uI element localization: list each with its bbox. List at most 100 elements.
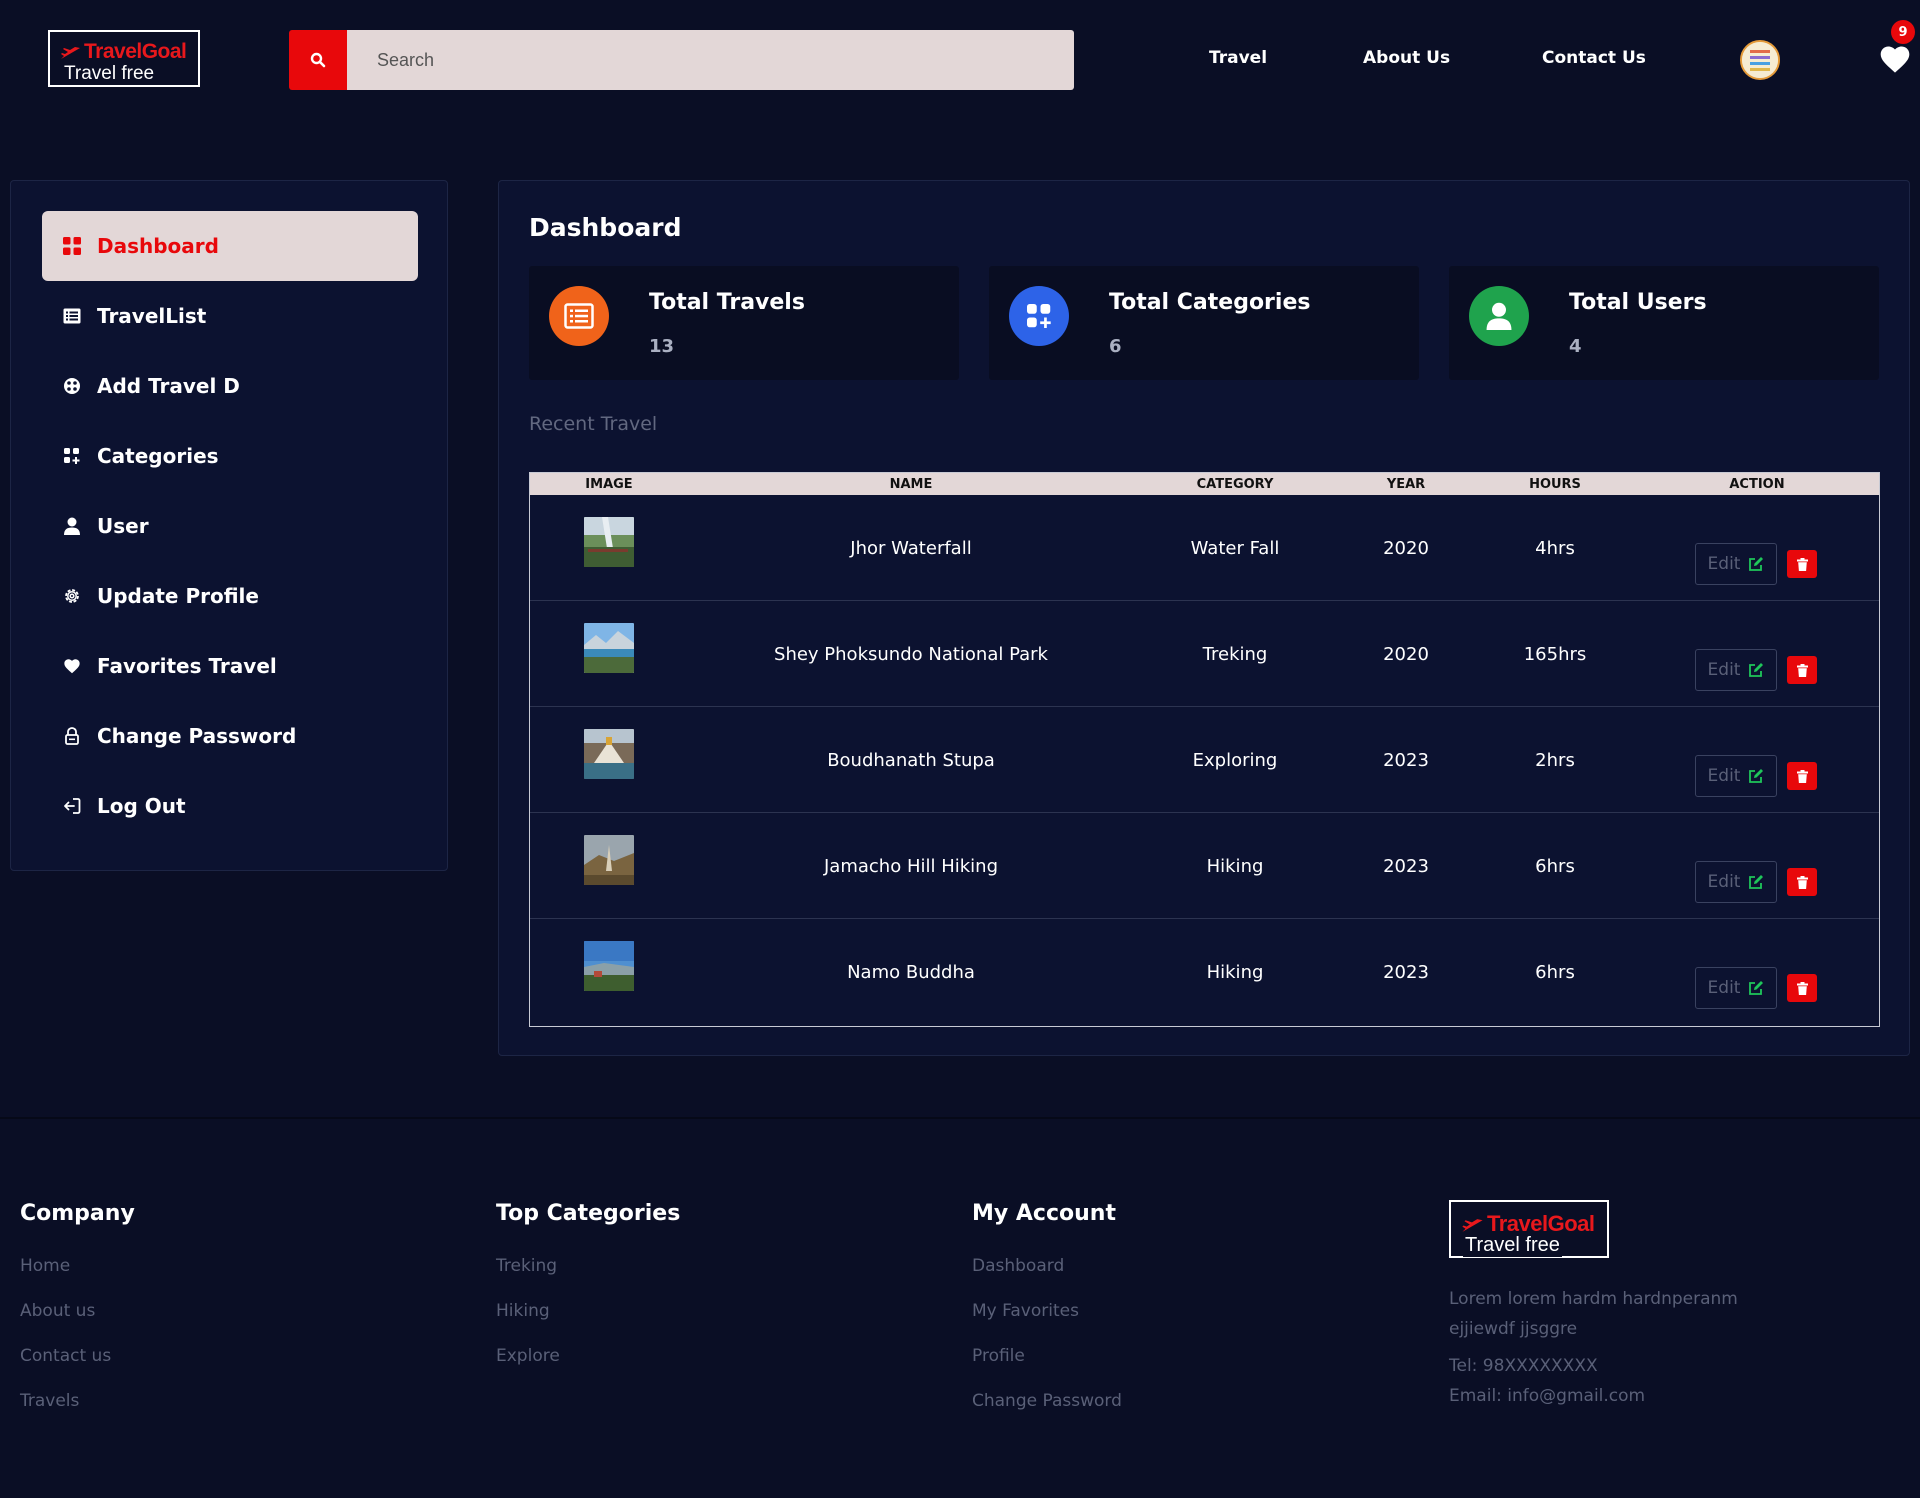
footer-link-about-us[interactable]: About us	[20, 1301, 135, 1346]
search-button[interactable]	[289, 30, 347, 90]
column-header-name: NAME	[889, 477, 933, 492]
delete-button[interactable]	[1787, 656, 1817, 684]
travel-thumbnail[interactable]	[582, 727, 636, 781]
travel-year: 2023	[1383, 856, 1429, 877]
footer-link-contact-us[interactable]: Contact us	[20, 1346, 135, 1391]
edit-label: Edit	[1707, 766, 1741, 786]
table-row: Boudhanath Stupa Exploring 2023 2hrs Edi…	[530, 707, 1879, 813]
column-header-hours: HOURS	[1529, 477, 1581, 492]
footer-link-treking[interactable]: Treking	[496, 1256, 680, 1301]
sidebar-item-add-travel[interactable]: Add Travel D	[42, 351, 418, 421]
column-header-action: ACTION	[1729, 477, 1785, 492]
edit-button[interactable]: Edit	[1695, 967, 1777, 1009]
sidebar-item-categories[interactable]: Categories	[42, 421, 418, 491]
travel-year: 2020	[1383, 644, 1429, 665]
sidebar-item-label: Change Password	[97, 724, 297, 748]
column-header-image: IMAGE	[585, 477, 633, 492]
edit-button[interactable]: Edit	[1695, 543, 1777, 585]
footer-link-hiking[interactable]: Hiking	[496, 1301, 680, 1346]
trash-icon	[1796, 981, 1808, 995]
stat-label: Total Travels	[649, 290, 805, 315]
edit-button[interactable]: Edit	[1695, 755, 1777, 797]
footer-link-change-password[interactable]: Change Password	[972, 1391, 1122, 1436]
stat-value: 6	[1109, 336, 1122, 357]
edit-button[interactable]: Edit	[1695, 861, 1777, 903]
add-circle-icon	[62, 376, 82, 396]
sidebar-item-dashboard[interactable]: Dashboard	[42, 211, 418, 281]
search-icon	[310, 52, 326, 68]
nav-contact-us[interactable]: Contact Us	[1542, 48, 1646, 68]
list-icon	[549, 286, 609, 346]
lock-icon	[62, 726, 82, 746]
dashboard-grid-icon	[62, 236, 82, 256]
brand-logo[interactable]: TravelGoal Travel free	[48, 30, 200, 87]
dashboard-panel: Dashboard Total Travels 13 Total Categor…	[498, 180, 1910, 1056]
table-header: IMAGE NAME CATEGORY YEAR HOURS ACTION	[530, 473, 1879, 495]
footer-link-home[interactable]: Home	[20, 1256, 135, 1301]
footer-link-profile[interactable]: Profile	[972, 1346, 1122, 1391]
travel-thumbnail[interactable]	[582, 939, 636, 993]
sidebar: Dashboard TravelList Add Travel D Catego…	[10, 180, 448, 871]
travel-name: Namo Buddha	[847, 962, 975, 983]
delete-button[interactable]	[1787, 550, 1817, 578]
footer-column-title: Company	[20, 1201, 135, 1226]
avatar[interactable]	[1740, 40, 1780, 80]
categories-icon	[1009, 286, 1069, 346]
sidebar-item-label: User	[97, 514, 149, 538]
footer-email: Email: info@gmail.com	[1449, 1386, 1646, 1406]
travel-year: 2020	[1383, 538, 1429, 559]
sidebar-item-log-out[interactable]: Log Out	[42, 771, 418, 841]
nav-about-us[interactable]: About Us	[1363, 48, 1450, 68]
travel-category: Hiking	[1206, 856, 1264, 877]
stat-card-total-travels: Total Travels 13	[529, 266, 959, 380]
favorites-heart-button[interactable]	[1878, 44, 1912, 76]
sidebar-item-update-profile[interactable]: Update Profile	[42, 561, 418, 631]
delete-button[interactable]	[1787, 868, 1817, 896]
sidebar-item-travellist[interactable]: TravelList	[42, 281, 418, 351]
travel-category: Treking	[1202, 644, 1268, 665]
travel-hours: 6hrs	[1535, 856, 1575, 877]
logo-tagline: Travel free	[1463, 1234, 1562, 1257]
sidebar-item-change-password[interactable]: Change Password	[42, 701, 418, 771]
travel-thumbnail[interactable]	[582, 621, 636, 675]
stat-card-total-categories: Total Categories 6	[989, 266, 1419, 380]
travel-year: 2023	[1383, 962, 1429, 983]
travel-name: Boudhanath Stupa	[827, 750, 995, 771]
sidebar-item-favorites-travel[interactable]: Favorites Travel	[42, 631, 418, 701]
travel-name: Shey Phoksundo National Park	[774, 644, 1048, 665]
sidebar-item-label: Categories	[97, 444, 219, 468]
footer-top-categories-column: Top Categories Treking Hiking Explore	[496, 1201, 680, 1391]
travel-year: 2023	[1383, 750, 1429, 771]
delete-button[interactable]	[1787, 762, 1817, 790]
sidebar-item-label: Dashboard	[97, 234, 219, 258]
sidebar-item-user[interactable]: User	[42, 491, 418, 561]
favorites-count-badge: 9	[1891, 20, 1915, 44]
delete-button[interactable]	[1787, 974, 1817, 1002]
top-navbar: TravelGoal Travel free Travel About Us C…	[0, 0, 1920, 120]
recent-travel-heading: Recent Travel	[529, 413, 658, 435]
footer-link-explore[interactable]: Explore	[496, 1346, 680, 1391]
user-icon	[1469, 286, 1529, 346]
logout-icon	[62, 796, 82, 816]
footer-link-my-favorites[interactable]: My Favorites	[972, 1301, 1122, 1346]
edit-button[interactable]: Edit	[1695, 649, 1777, 691]
nav-travel[interactable]: Travel	[1209, 48, 1267, 68]
footer-brand-logo[interactable]: TravelGoal Travel free	[1449, 1200, 1609, 1258]
footer-column-title: Top Categories	[496, 1201, 681, 1226]
edit-label: Edit	[1707, 554, 1741, 574]
categories-icon	[62, 446, 82, 466]
footer-link-travels[interactable]: Travels	[20, 1391, 135, 1436]
heart-icon	[62, 656, 82, 676]
footer-company-column: Company Home About us Contact us Travels	[20, 1201, 135, 1436]
footer-my-account-column: My Account Dashboard My Favorites Profil…	[972, 1201, 1122, 1436]
trash-icon	[1796, 875, 1808, 889]
footer-column-title: My Account	[972, 1201, 1116, 1226]
search-input[interactable]	[347, 30, 1074, 90]
table-row: Shey Phoksundo National Park Treking 202…	[530, 601, 1879, 707]
travel-name: Jhor Waterfall	[850, 538, 972, 559]
sidebar-item-label: Log Out	[97, 794, 186, 818]
travel-thumbnail[interactable]	[582, 515, 636, 569]
heart-icon	[1880, 46, 1910, 73]
footer-link-dashboard[interactable]: Dashboard	[972, 1256, 1122, 1301]
travel-thumbnail[interactable]	[582, 833, 636, 887]
